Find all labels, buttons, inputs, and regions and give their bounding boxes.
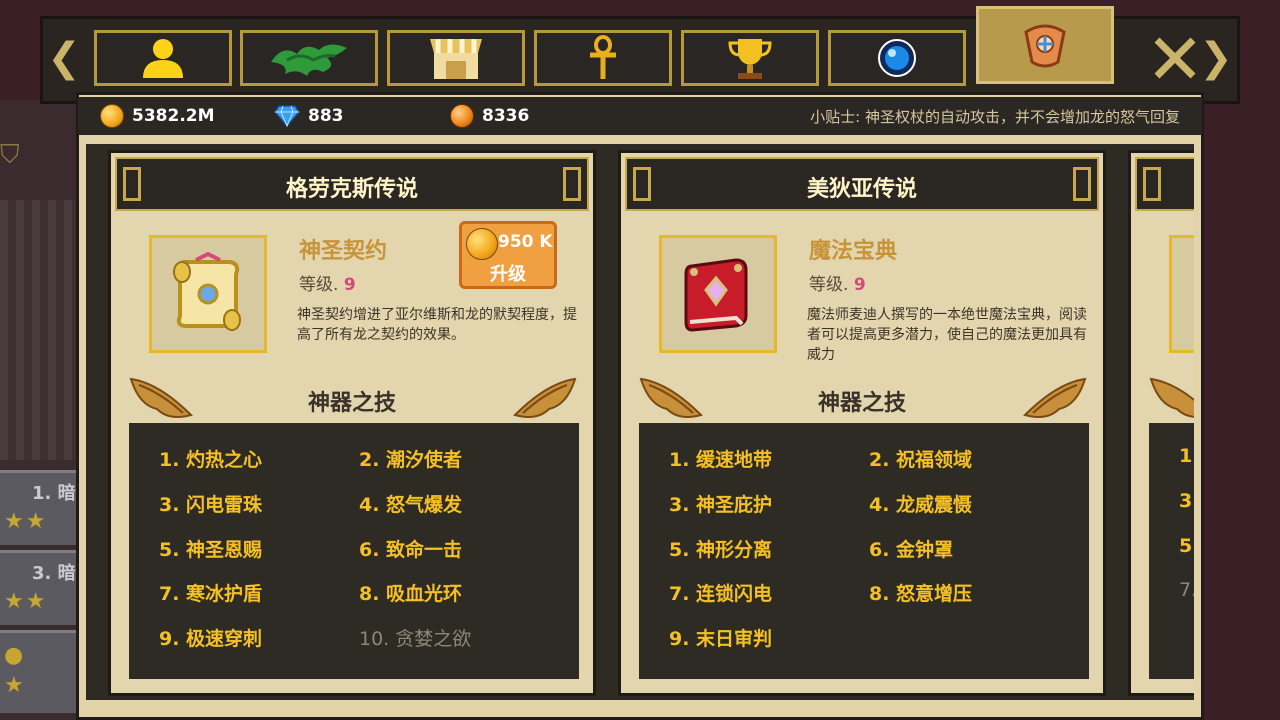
profile-icon — [143, 39, 183, 78]
star-icon: ★★ — [4, 509, 48, 534]
tab-ankh[interactable] — [534, 30, 672, 86]
spellbook-icon — [684, 258, 748, 332]
skill-item[interactable]: 3. 闪电雷珠 — [159, 490, 262, 517]
skill-item[interactable]: 6. 金钟罩 — [869, 535, 953, 562]
level-value: 9 — [343, 275, 356, 295]
upgrade-cost: 950 K — [498, 232, 553, 252]
skill-item[interactable]: 5. 神形分离 — [669, 535, 772, 562]
tab-dragon[interactable] — [240, 30, 378, 86]
orb-amount: 8336 — [482, 106, 530, 126]
skill-item[interactable]: 3. 神圣庇护 — [669, 490, 772, 517]
skill-item[interactable]: 3. — [1179, 490, 1194, 512]
skill-item[interactable]: 1. 缓速地带 — [669, 445, 772, 472]
close-button[interactable] — [1140, 28, 1210, 88]
card-title: 格劳克斯传说 — [285, 177, 418, 202]
left-list-item-label: 3. 暗 — [32, 563, 76, 584]
shield-icon: ⛉ — [0, 140, 20, 170]
skill-item[interactable]: 7. 寒冰护盾 — [159, 579, 262, 606]
wing-left-icon — [1149, 377, 1194, 418]
skill-item[interactable]: 9. 极速穿刺 — [159, 624, 262, 651]
fire-orb-icon — [450, 104, 474, 128]
skills-box: 1. 3. 5. 7. — [1149, 423, 1194, 679]
diamond-icon — [274, 105, 300, 127]
item-name: 魔法宝典 — [809, 239, 898, 264]
artifact-card-2: 美狄亚传说 魔法宝典 等级. 9 魔法师麦迪人撰写的一本绝世魔法宝典，阅读者可以… — [618, 150, 1106, 696]
skills-title: 神器之技 — [307, 391, 396, 416]
item-name: 神圣契约 — [299, 239, 388, 264]
upgrade-button[interactable]: 950 K 升级 — [459, 221, 557, 289]
scroll-icon — [173, 252, 241, 331]
skill-item[interactable]: 4. 怒气爆发 — [359, 490, 462, 517]
shop-icon — [430, 39, 482, 79]
left-list-item-3[interactable]: ● ★ — [0, 630, 80, 713]
skill-item[interactable]: 8. 怒意增压 — [869, 579, 972, 606]
tab-trophy[interactable] — [681, 30, 819, 86]
skill-item[interactable]: 2. 潮汐使者 — [359, 445, 462, 472]
level-label: 等级. — [809, 275, 849, 295]
skill-item-locked[interactable]: 7. — [1179, 579, 1194, 601]
left-list-item-1[interactable]: 1. 暗 ★★ — [0, 470, 80, 545]
artifact-card-3-clip: 1. 3. 5. 7. — [1128, 150, 1194, 696]
skill-item[interactable]: 7. 连锁闪电 — [669, 579, 772, 606]
skill-item[interactable]: 9. 末日审判 — [669, 624, 772, 651]
skills-title: 神器之技 — [817, 391, 906, 416]
artifact-card-1: 格劳克斯传说 神圣契约 等级. 9 神圣契约增进了亚尔维斯和龙的默契程度，提高了… — [108, 150, 596, 696]
item-frame[interactable] — [659, 235, 777, 353]
tab-artifact[interactable] — [976, 6, 1114, 84]
tab-shop[interactable] — [387, 30, 525, 86]
orb-cost-icon — [466, 228, 498, 260]
item-level: 等级. 9 — [299, 270, 356, 295]
item-level: 等级. 9 — [809, 270, 866, 295]
background-wall — [0, 200, 80, 460]
header-ornament — [1143, 167, 1161, 201]
tab-orb[interactable] — [828, 30, 966, 86]
card-header — [1135, 157, 1194, 211]
skill-item[interactable]: 8. 吸血光环 — [359, 579, 462, 606]
level-label: 等级. — [299, 275, 339, 295]
upgrade-label: 升级 — [490, 264, 526, 285]
card-header: 美狄亚传说 — [625, 157, 1099, 211]
item-description: 神圣契约增进了亚尔维斯和龙的默契程度，提高了所有龙之契约的效果。 — [297, 307, 577, 343]
level-value: 9 — [853, 275, 866, 295]
item-frame[interactable] — [149, 235, 267, 353]
left-list-item-2[interactable]: 3. 暗 ★★ — [0, 550, 80, 625]
orb-currency: 8336 — [450, 104, 529, 128]
card-header: 格劳克斯传说 — [115, 157, 589, 211]
ornament-left: ❮ — [47, 35, 81, 81]
left-list-item-label: 1. 暗 — [32, 483, 76, 504]
skill-item-locked[interactable]: 10. 贪婪之欲 — [359, 624, 471, 651]
card-title: 美狄亚传说 — [806, 177, 917, 202]
coin-icon: ● — [4, 643, 26, 668]
tip-text: 小贴士: 神圣权杖的自动攻击，并不会增加龙的怒气回复 — [810, 108, 1180, 126]
skill-item[interactable]: 5. — [1179, 535, 1194, 557]
tab-profile[interactable] — [94, 30, 232, 86]
skills-box: 1. 灼热之心 2. 潮汐使者 3. 闪电雷珠 4. 怒气爆发 5. 神圣恩赐 … — [129, 423, 579, 679]
star-icon: ★ — [4, 673, 26, 698]
ankh-icon — [590, 35, 616, 79]
trophy-icon — [728, 39, 772, 79]
skill-item[interactable]: 6. 致命一击 — [359, 535, 462, 562]
skill-item[interactable]: 4. 龙威震慑 — [869, 490, 972, 517]
dragon-icon — [271, 44, 347, 76]
item-frame[interactable] — [1169, 235, 1194, 353]
skill-item[interactable]: 2. 祝福领域 — [869, 445, 972, 472]
artifact-card-3: 1. 3. 5. 7. — [1128, 150, 1194, 696]
gem-currency: 883 — [274, 104, 344, 128]
gold-amount: 5382.2M — [132, 106, 215, 126]
orb-icon — [878, 39, 916, 77]
gold-currency: 5382.2M — [100, 104, 215, 128]
item-description: 魔法师麦迪人撰写的一本绝世魔法宝典，阅读者可以提高更多潜力，使自己的魔法更加具有… — [807, 307, 1087, 363]
close-icon — [1154, 37, 1196, 79]
skill-item[interactable]: 1. 灼热之心 — [159, 445, 262, 472]
skill-item[interactable]: 1. — [1179, 445, 1194, 467]
skills-box: 1. 缓速地带 2. 祝福领域 3. 神圣庇护 4. 龙威震慑 5. 神形分离 … — [639, 423, 1089, 679]
gold-coin-icon — [100, 104, 124, 128]
artifact-icon — [1024, 24, 1066, 68]
gem-amount: 883 — [308, 106, 344, 126]
star-icon: ★★ — [4, 589, 48, 614]
skill-item[interactable]: 5. 神圣恩赐 — [159, 535, 262, 562]
